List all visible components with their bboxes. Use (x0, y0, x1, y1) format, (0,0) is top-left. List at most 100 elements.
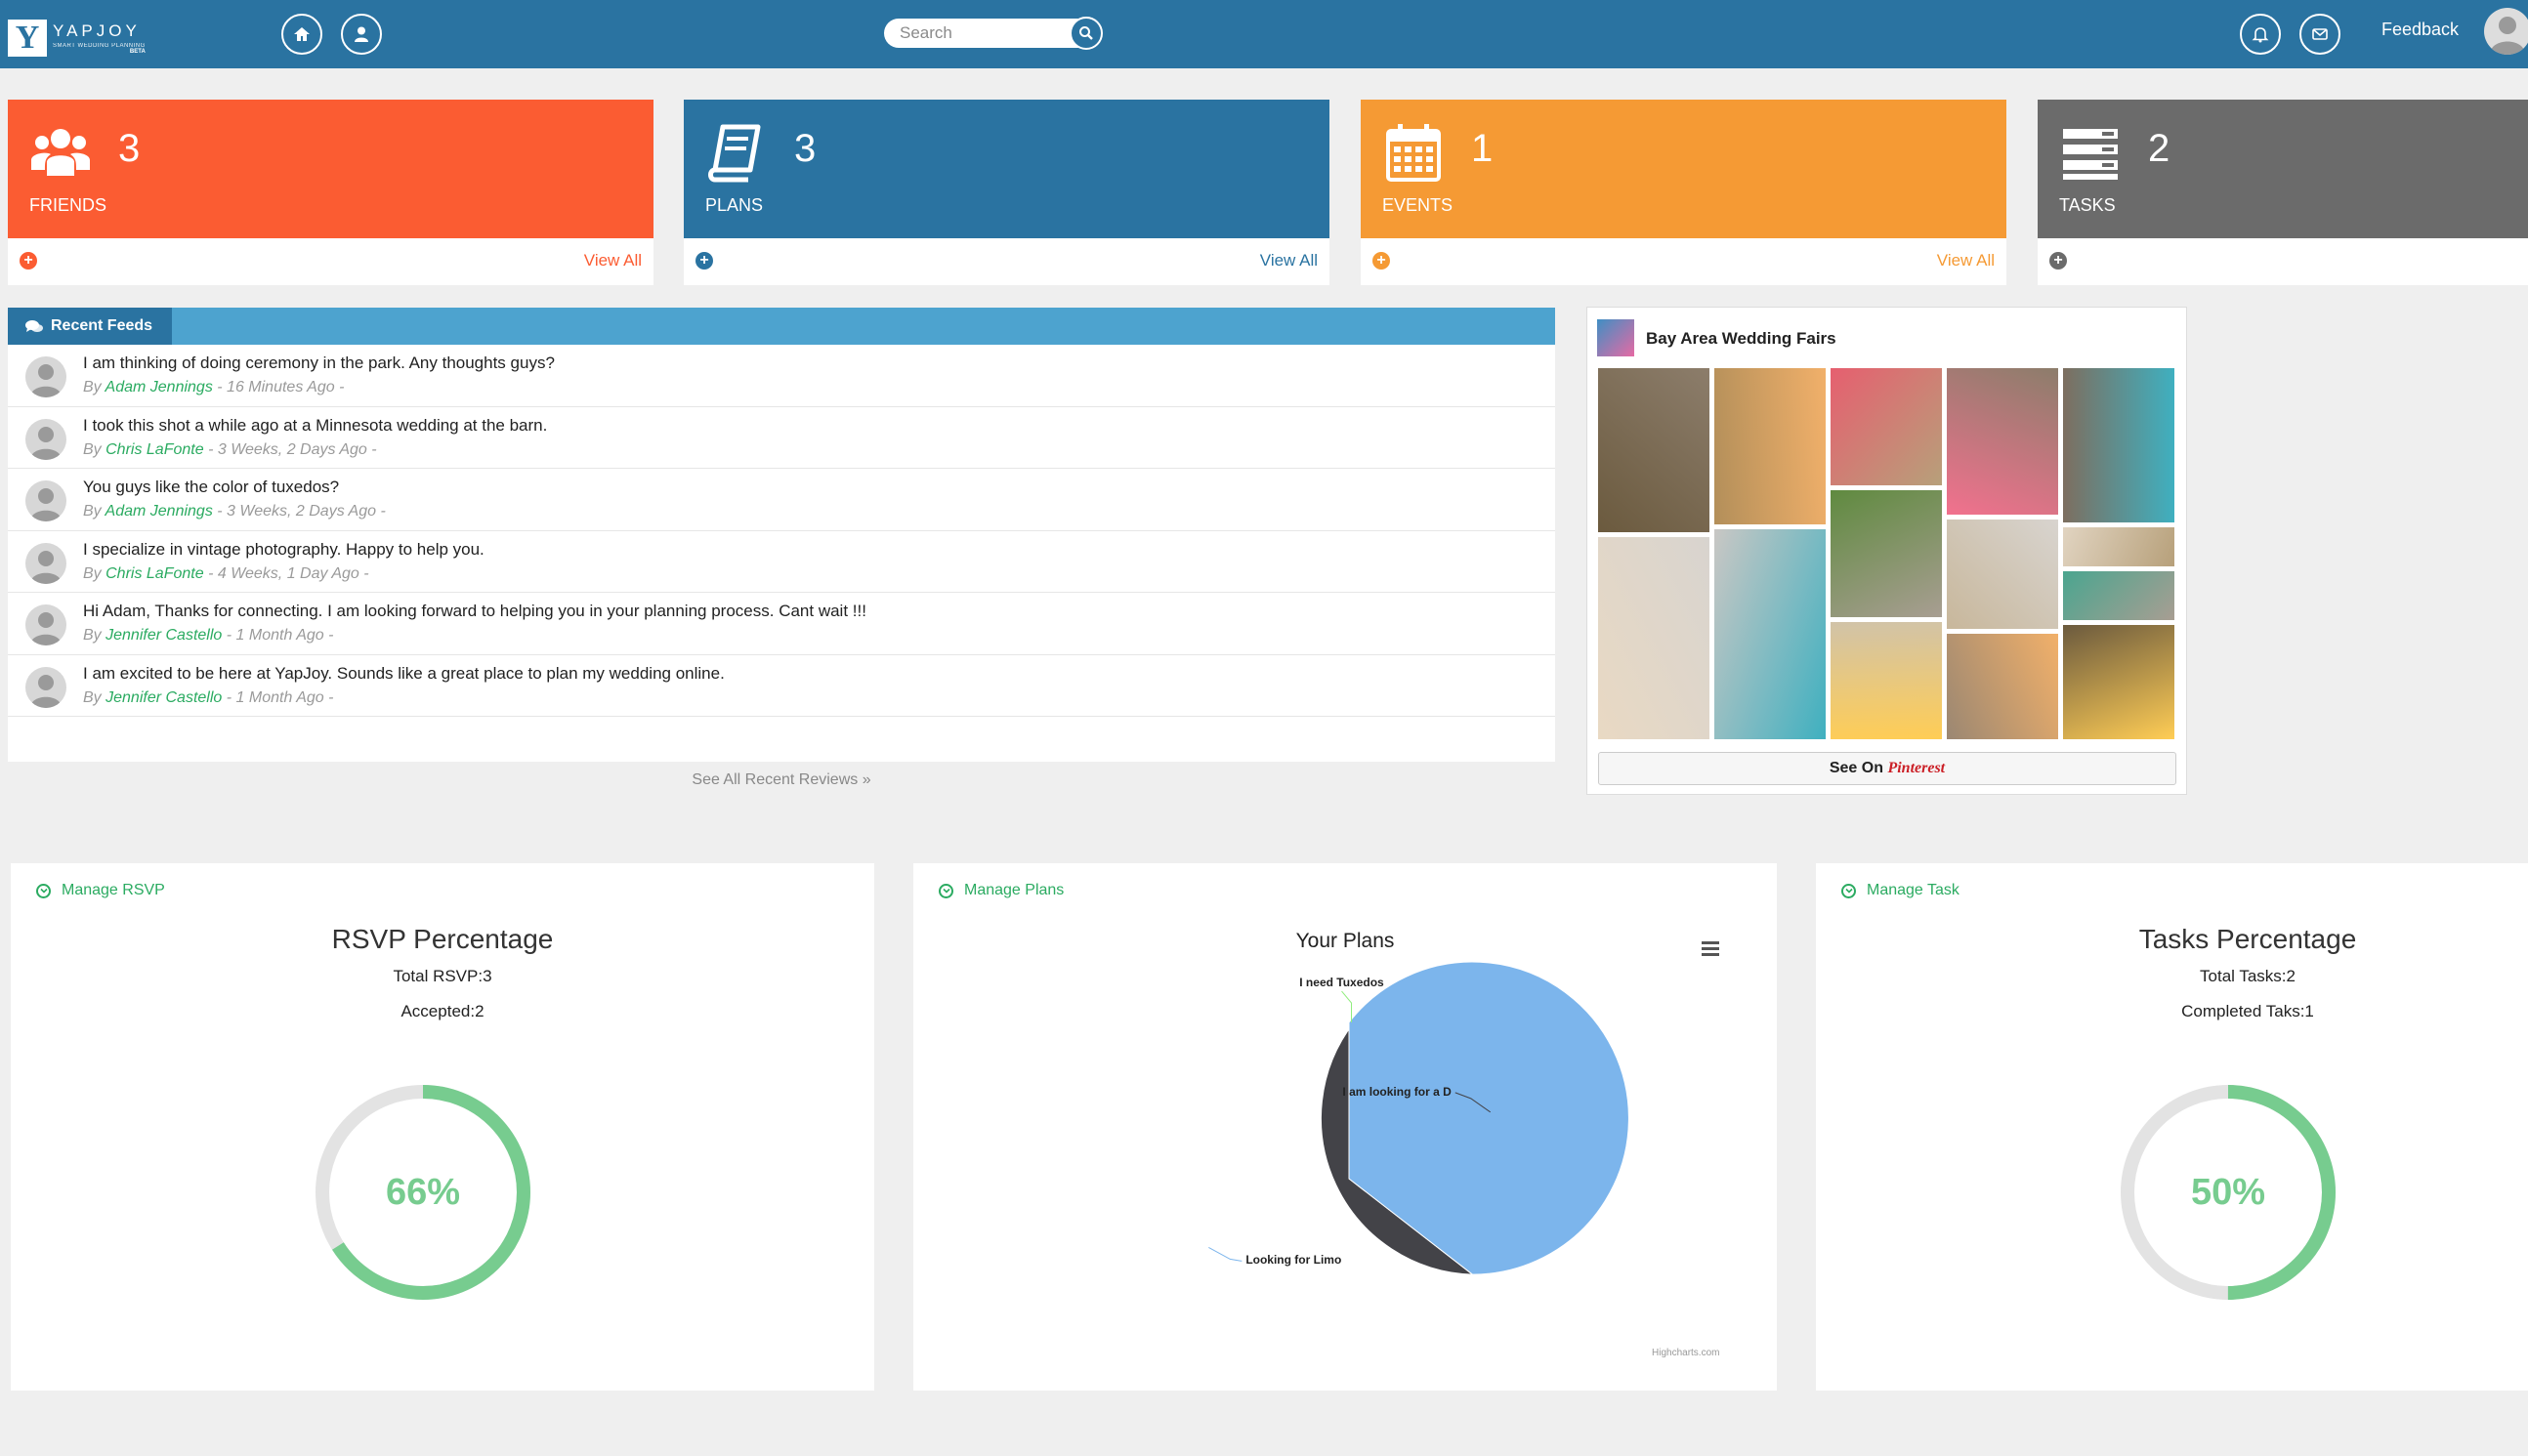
feed-author[interactable]: Jennifer Castello (105, 689, 222, 706)
feed-avatar[interactable] (25, 480, 66, 521)
feed-text: I took this shot a while ago at a Minnes… (83, 415, 548, 435)
feed-author[interactable]: Chris LaFonte (105, 441, 204, 458)
board-photo[interactable] (1947, 368, 2058, 515)
board-photo[interactable] (1598, 537, 1709, 739)
feed-item[interactable]: I took this shot a while ago at a Minnes… (8, 407, 1555, 469)
friends-count: 3 (118, 127, 141, 170)
feed-meta: By Adam Jennings - 16 Minutes Ago - (83, 379, 344, 396)
add-friend-icon[interactable]: + (20, 252, 37, 270)
feed-list: I am thinking of doing ceremony in the p… (8, 345, 1555, 717)
profile-button[interactable] (341, 14, 382, 55)
tasks-panel: Manage Task Tasks Percentage Total Tasks… (1816, 863, 2528, 1391)
messages-button[interactable] (2299, 14, 2340, 55)
plans-label: PLANS (705, 195, 764, 215)
feed-meta: By Chris LaFonte - 3 Weeks, 2 Days Ago - (83, 441, 377, 459)
home-button[interactable] (281, 14, 322, 55)
feed-item[interactable]: I am thinking of doing ceremony in the p… (8, 345, 1555, 407)
feed-avatar[interactable] (25, 604, 66, 645)
manage-rsvp-link[interactable]: Manage RSVP (36, 882, 165, 899)
see-on-pinterest-button[interactable]: See On Pinterest (1598, 752, 2176, 785)
events-label: EVENTS (1382, 195, 1454, 215)
chevron-circle-icon (1841, 883, 1856, 898)
feed-author[interactable]: Chris LaFonte (105, 565, 204, 582)
feed-author[interactable]: Adam Jennings (105, 379, 213, 395)
tasks-card-footer: + (2038, 238, 2528, 285)
plans-view-all-link[interactable]: View All (1260, 251, 1318, 270)
events-card-header[interactable]: 1 EVENTS (1361, 100, 2006, 238)
feed-meta: By Jennifer Castello - 1 Month Ago - (83, 689, 333, 707)
feed-meta: By Adam Jennings - 3 Weeks, 2 Days Ago - (83, 503, 386, 520)
friends-card-header[interactable]: 3 FRIENDS (8, 100, 653, 238)
pie-leader-line (1208, 1246, 1243, 1262)
board-avatar[interactable] (1597, 319, 1634, 356)
feed-item[interactable]: I specialize in vintage photography. Hap… (8, 531, 1555, 593)
board-photo[interactable] (2063, 625, 2174, 739)
rsvp-total: Total RSVP:3 (393, 967, 492, 985)
board-photo[interactable] (1831, 622, 1942, 739)
feed-by: By (83, 627, 102, 644)
events-view-all-link[interactable]: View All (1937, 251, 1995, 270)
board-photo[interactable] (1831, 368, 1942, 485)
pie-label: Looking for Limo (1245, 1253, 1342, 1268)
board-photo[interactable] (1947, 634, 2058, 739)
user-avatar[interactable] (2484, 8, 2528, 55)
feed-avatar[interactable] (25, 418, 66, 460)
feed-author[interactable]: Adam Jennings (105, 503, 213, 520)
tasks-percent: 50% (2190, 1171, 2266, 1213)
feedback-link[interactable]: Feedback (2381, 20, 2459, 40)
mail-icon (2312, 28, 2328, 40)
yapjoy-logo[interactable]: Y YAPJOY SMART WEDDING PLANNING BETA (8, 18, 146, 59)
friends-view-all-link[interactable]: View All (584, 251, 642, 270)
feed-avatar[interactable] (25, 666, 66, 708)
manage-task-label: Manage Task (1867, 882, 1959, 898)
board-photo[interactable] (1947, 520, 2058, 629)
chart-credits[interactable]: Highcharts.com (1652, 1348, 1719, 1358)
feed-by: By (83, 688, 102, 706)
add-event-icon[interactable]: + (1372, 252, 1390, 270)
feed-time: - 16 Minutes Ago - (217, 379, 345, 395)
board-title[interactable]: Bay Area Wedding Fairs (1646, 329, 1836, 349)
feeds-tab-bar: Recent Feeds (8, 308, 1555, 345)
board-photo[interactable] (1714, 368, 1826, 524)
board-photo[interactable] (1714, 529, 1826, 739)
board-photo[interactable] (2063, 368, 2174, 522)
feed-time: - 1 Month Ago - (226, 627, 334, 644)
board-photo[interactable] (2063, 571, 2174, 620)
feed-by: By (83, 564, 102, 582)
avatar-silhouette-icon (2490, 17, 2525, 55)
manage-task-link[interactable]: Manage Task (1841, 882, 1959, 899)
add-task-icon[interactable]: + (2049, 252, 2067, 270)
feed-text: I am thinking of doing ceremony in the p… (83, 354, 555, 372)
feed-avatar[interactable] (25, 356, 66, 397)
plans-card: 3 PLANS + View All (684, 100, 1329, 285)
feed-item[interactable]: Hi Adam, Thanks for connecting. I am loo… (8, 593, 1555, 655)
notifications-button[interactable] (2240, 14, 2281, 55)
see-all-reviews-link[interactable]: See All Recent Reviews » (8, 762, 1555, 799)
search-input[interactable] (884, 19, 1070, 48)
board-photo[interactable] (2063, 527, 2174, 566)
board-photo[interactable] (1831, 490, 1942, 617)
feed-meta: By Chris LaFonte - 4 Weeks, 1 Day Ago - (83, 565, 369, 583)
events-card-footer: + View All (1361, 238, 2006, 285)
pie-label: I need Tuxedos (1299, 976, 1384, 990)
recent-feeds-panel: Recent Feeds I am thinking of doing cere… (8, 308, 1555, 799)
search-button[interactable] (1070, 17, 1103, 50)
feed-author[interactable]: Jennifer Castello (105, 627, 222, 644)
friends-card: 3 FRIENDS + View All (8, 100, 653, 285)
recent-feeds-tab[interactable]: Recent Feeds (8, 308, 172, 345)
plans-card-header[interactable]: 3 PLANS (684, 100, 1329, 238)
add-plan-icon[interactable]: + (695, 252, 713, 270)
tasks-total: Total Tasks:2 (2200, 967, 2296, 985)
friends-label: FRIENDS (29, 195, 107, 215)
pie-label: I am looking for a D (1342, 1084, 1452, 1099)
top-navbar: Y YAPJOY SMART WEDDING PLANNING BETA Fee… (0, 0, 2528, 68)
board-photo[interactable] (1598, 368, 1709, 532)
logo-beta: BETA (129, 49, 146, 55)
plans-panel: Manage Plans Your Plans I need Tuxedos I … (913, 863, 1777, 1391)
search-box (884, 17, 1103, 50)
feed-item[interactable]: I am excited to be here at YapJoy. Sound… (8, 655, 1555, 717)
feed-item[interactable]: You guys like the color of tuxedos? By Ad… (8, 469, 1555, 531)
tasks-card-header[interactable]: 2 TASKS (2038, 100, 2528, 238)
friends-card-footer: + View All (8, 238, 653, 285)
feed-avatar[interactable] (25, 542, 66, 584)
